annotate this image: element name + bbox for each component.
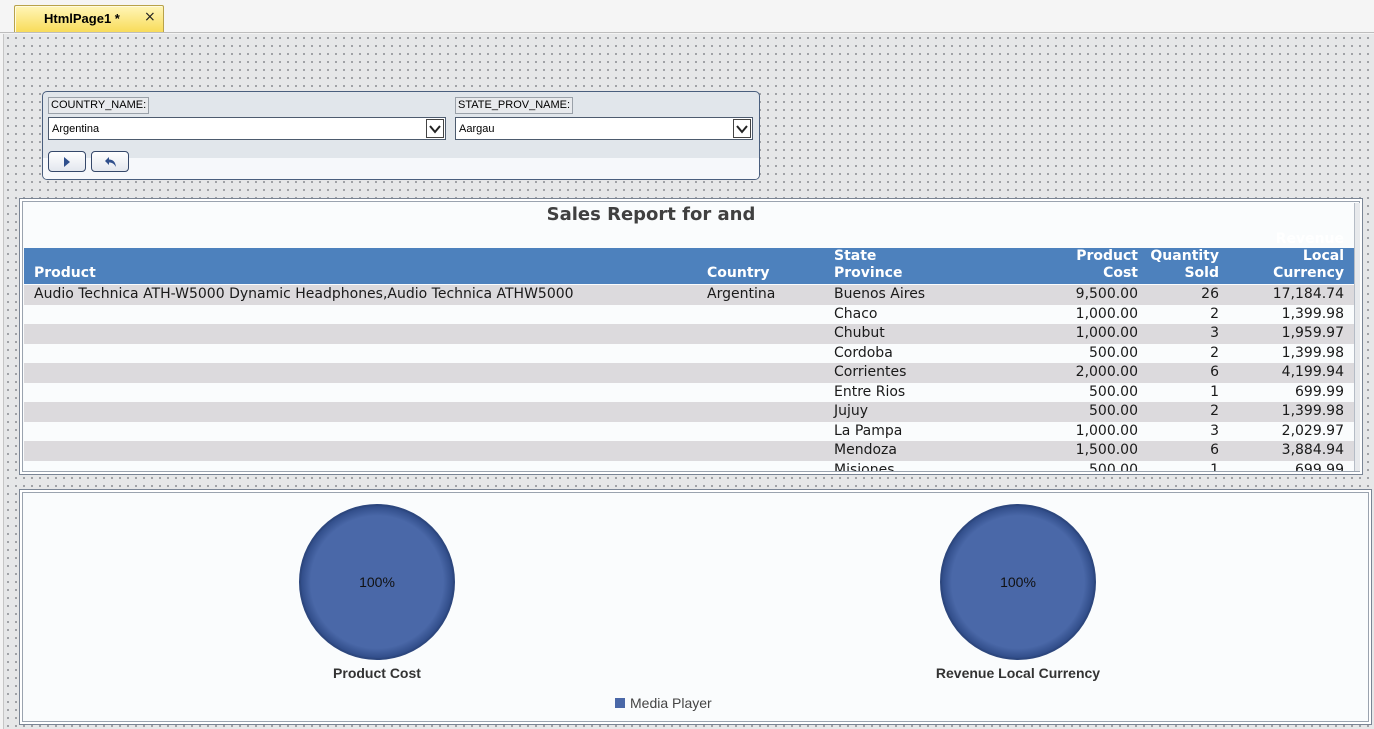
chart-title: Revenue Local Currency [936,665,1100,681]
cell-state-province: Jujuy [834,403,869,419]
column-header-label: Product [34,265,96,281]
document-tab[interactable]: HtmlPage1 * × [14,5,164,32]
cell-revenue: 2,029.97 [1281,422,1344,439]
column-header-label: Revenue [1275,231,1344,247]
column-header-label: Province [834,265,903,281]
play-icon [64,157,70,167]
country-select[interactable]: Argentina [48,117,446,140]
cell-product-cost: 1,000.00 [1075,422,1138,439]
cell-quantity-sold: 6 [1210,442,1219,458]
cell-quantity-sold: 26 [1201,286,1219,302]
table-row: La Pampa 1,000.00 3 2,029.97 [24,421,1354,441]
table-row: Corrientes 2,000.00 6 4,199.94 [24,363,1354,383]
cell-quantity-sold: 2 [1210,344,1219,361]
country-name-label: COUNTRY_NAME: [48,97,150,114]
cell-product-cost: 9,500.00 [1075,286,1138,302]
cell-quantity-sold: 1 [1210,383,1219,400]
cell-state-province: Chubut [834,325,885,341]
cell-product-cost: 2,000.00 [1075,364,1138,380]
cell-revenue: 1,959.97 [1281,325,1344,341]
pie-charts: 100% Product Cost 100% Revenue Local Curren… [299,504,1100,711]
column-header-product-cost[interactable]: Product Cost [1038,248,1138,284]
column-header-product[interactable]: Product [34,248,334,284]
cell-revenue: 1,399.98 [1281,305,1344,322]
cell-product-cost: 1,500.00 [1075,442,1138,458]
cell-state-province: Buenos Aires [834,286,926,302]
cell-revenue: 1,399.98 [1281,344,1344,361]
table-row: Chubut 1,000.00 3 1,959.97 [24,324,1354,344]
cell-product-cost: 1,000.00 [1075,325,1138,341]
column-header-label: Product [1076,248,1138,264]
cell-state-province: Mendoza [834,442,897,458]
cell-product: Audio Technica ATH-W5000 Dynamic Headpho… [34,286,574,302]
filter-button-strip [43,158,759,179]
state-prov-name-label: STATE_PROV_NAME: [455,97,574,114]
cell-product-cost: 500.00 [1089,344,1138,361]
column-header-country[interactable]: Country [707,248,827,284]
run-report-button[interactable] [48,151,86,172]
cell-country: Argentina [707,286,776,302]
reset-filters-button[interactable] [91,151,129,172]
legend-label: Media Player [630,695,712,711]
table-row: Jujuy 500.00 2 1,399.98 [24,402,1354,422]
chart-panel: 100% Product Cost 100% Revenue Local Curren… [19,489,1372,725]
table-row: Cordoba 500.00 2 1,399.98 [24,343,1354,363]
cell-product-cost: 500.00 [1089,403,1138,419]
pie-slice-label: 100% [1000,574,1036,590]
chart-title: Product Cost [333,665,421,681]
cell-quantity-sold: 2 [1210,305,1219,322]
table-row: Audio Technica ATH-W5000 Dynamic Headpho… [24,285,1354,305]
cell-product-cost: 500.00 [1089,383,1138,400]
cell-quantity-sold: 1 [1210,461,1219,472]
cell-product-cost: 1,000.00 [1075,305,1138,322]
table-body: Audio Technica ATH-W5000 Dynamic Headpho… [24,285,1354,471]
filter-panel: COUNTRY_NAME: Argentina STATE_PROV_NAME:… [42,91,760,180]
column-header-label: Quantity [1150,248,1219,264]
state-select-value: Aargau [459,123,495,135]
cell-state-province: Cordoba [834,344,893,361]
vertical-scrollbar[interactable] [1354,203,1360,471]
cell-revenue: 699.99 [1295,383,1344,400]
table-row: Misiones 500.00 1 699.99 [24,460,1354,472]
report-title: Sales Report for and [546,204,756,225]
cell-revenue: 17,184.74 [1272,286,1344,302]
cell-product-cost: 500.00 [1089,461,1138,472]
cell-revenue: 4,199.94 [1281,364,1344,380]
cell-revenue: 3,884.94 [1281,442,1344,458]
column-header-state-province[interactable]: State Province [834,248,984,284]
cell-state-province: Entre Rios [834,383,906,400]
cell-state-province: La Pampa [834,422,903,439]
undo-icon [105,157,116,167]
sales-report-panel: Sales Report for and Product Country Sta… [19,198,1363,475]
table-header: Product Country State Province Product C… [24,231,1354,284]
country-select-value: Argentina [52,123,100,135]
column-header-quantity-sold[interactable]: Quantity Sold [1148,248,1219,284]
cell-quantity-sold: 3 [1210,325,1219,341]
column-header-label: Cost [1103,265,1138,281]
chevron-down-icon[interactable] [733,119,751,138]
cell-state-province: Chaco [834,305,878,322]
cell-state-province: Corrientes [834,364,907,380]
cell-revenue: 1,399.98 [1281,403,1344,419]
column-header-label: Sold [1184,265,1219,281]
cell-revenue: 699.99 [1295,461,1344,472]
close-icon[interactable]: × [144,9,156,25]
document-tab-title: HtmlPage1 * [44,11,120,26]
state-select[interactable]: Aargau [455,117,753,140]
column-header-label: Local Currency [1273,248,1344,281]
column-header-label: State [834,248,877,264]
cell-quantity-sold: 6 [1210,364,1219,380]
table-row: Entre Rios 500.00 1 699.99 [24,382,1354,402]
column-header-revenue-local-currency[interactable]: Revenue Local Currency [1229,231,1344,284]
chevron-down-icon[interactable] [426,119,444,138]
table-row: Mendoza 1,500.00 6 3,884.94 [24,441,1354,461]
column-header-label: Country [707,265,770,281]
cell-state-province: Misiones [834,461,895,472]
legend-swatch [615,698,625,708]
cell-quantity-sold: 2 [1210,403,1219,419]
cell-quantity-sold: 3 [1210,422,1219,439]
table-row: Chaco 1,000.00 2 1,399.98 [24,304,1354,324]
document-tab-bar: HtmlPage1 * × [0,0,1374,33]
pie-slice-label: 100% [359,574,395,590]
